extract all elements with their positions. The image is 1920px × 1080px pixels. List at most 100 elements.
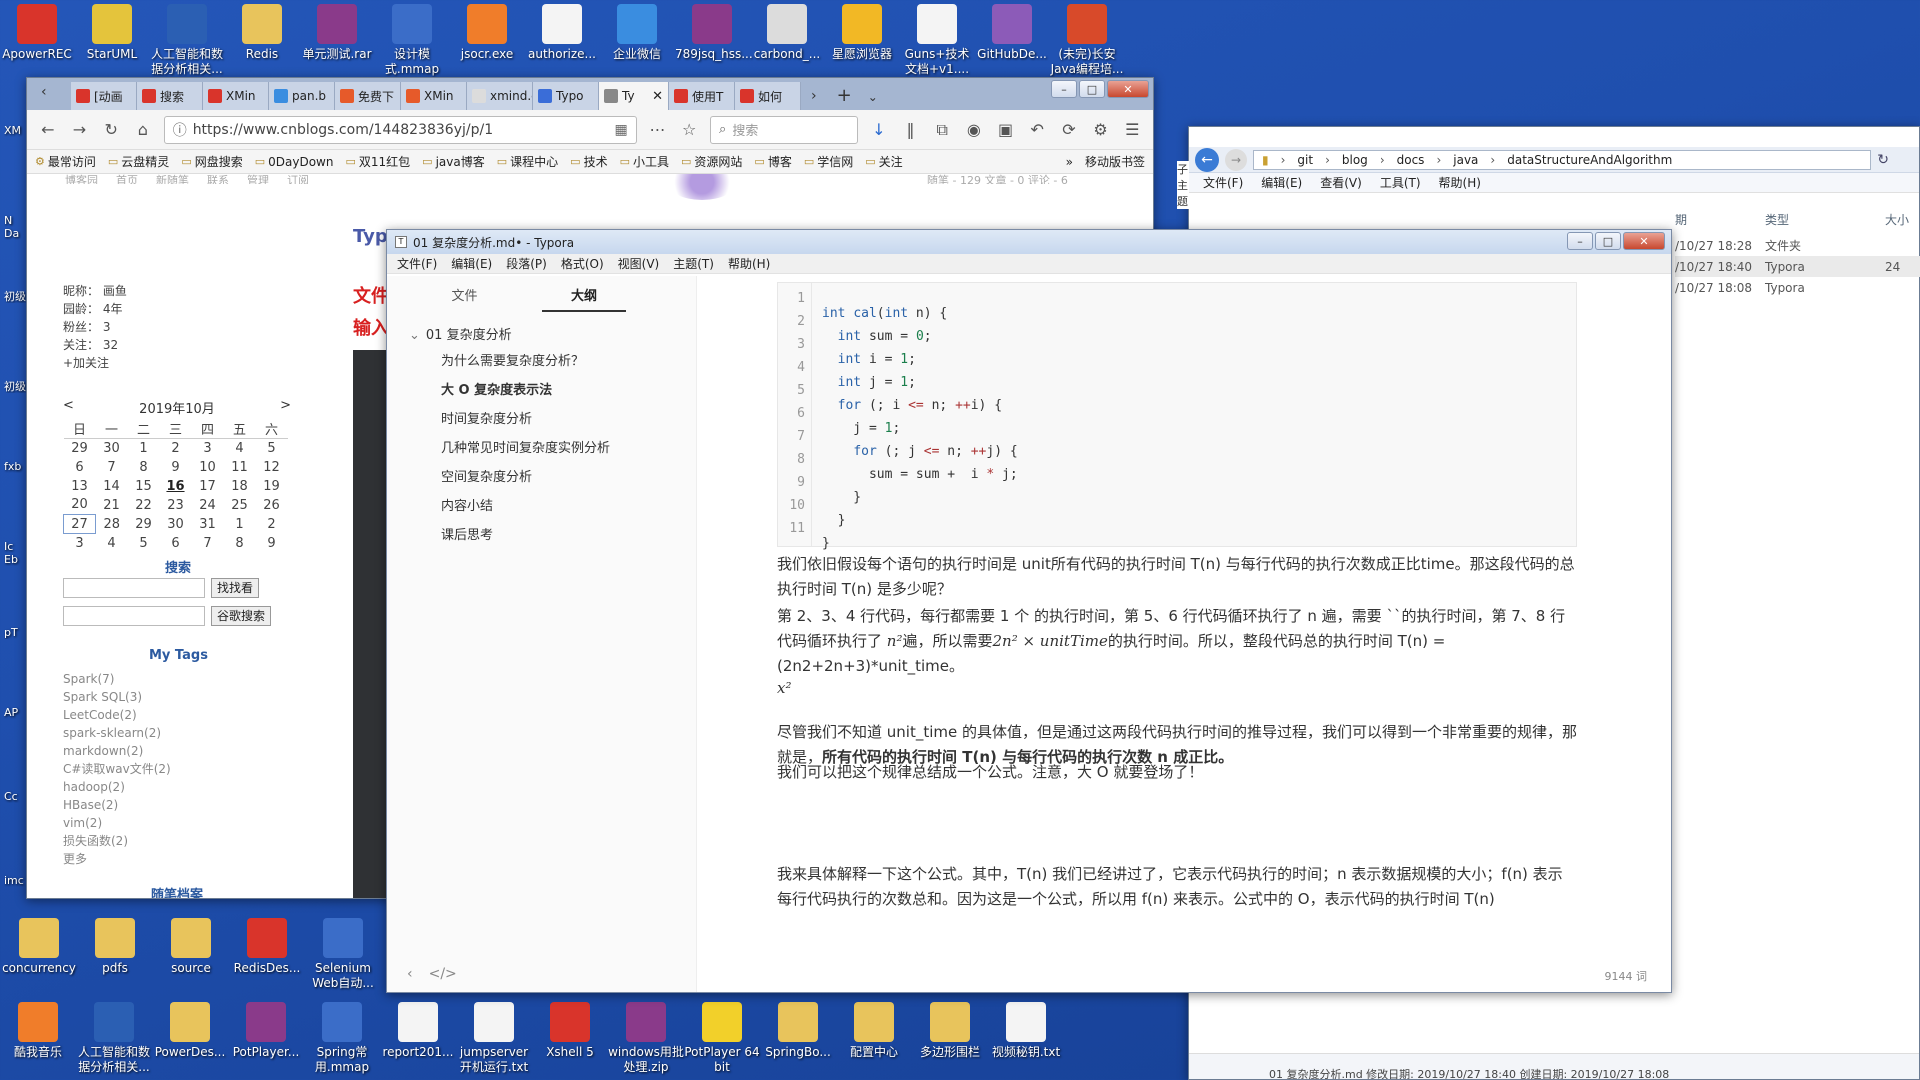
calendar-day[interactable]: 8 (224, 534, 256, 553)
calendar-day[interactable]: 1 (128, 439, 160, 458)
desktop-icon[interactable]: 视频秘钥.txt (988, 1002, 1064, 1060)
bookmark-item[interactable]: ▭ 技术 (570, 153, 607, 170)
calendar-day[interactable]: 20 (64, 496, 96, 515)
calendar-day[interactable]: 8 (128, 458, 160, 477)
bookmark-item[interactable]: ▭ 双11红包 (345, 153, 410, 170)
tag-link[interactable]: C#读取wav文件(2) (63, 760, 171, 778)
paragraph-1[interactable]: 我们依旧假设每个语句的执行时间是 unit所有代码的执行时间 T(n) 与每行代… (777, 552, 1577, 602)
tabs-scroll-right-icon[interactable]: › (801, 88, 827, 110)
calendar-day[interactable]: 5 (256, 439, 288, 458)
calendar-day[interactable]: 12 (256, 458, 288, 477)
desktop-icon[interactable]: GitHubDe... (975, 4, 1049, 62)
calendar-day[interactable]: 5 (128, 534, 160, 553)
paragraph-4[interactable]: 我们可以把这个规律总结成一个公式。注意，大 O 就要登场了！ (777, 760, 1577, 785)
menu-item[interactable]: 文件(F) (1203, 174, 1243, 191)
settings-icon[interactable]: ⚙ (1090, 119, 1112, 141)
desktop-icon[interactable]: SpringBo... (760, 1002, 836, 1060)
calendar-prev-icon[interactable]: < (63, 398, 74, 417)
bookmark-item[interactable]: ▭ java博客 (422, 153, 485, 170)
home-icon[interactable]: ⌂ (132, 119, 154, 141)
calendar-day[interactable]: 29 (64, 439, 96, 458)
calendar-day[interactable]: 2 (160, 439, 192, 458)
breadcrumb-item[interactable]: dataStructureAndAlgorithm (1507, 153, 1672, 167)
browser-tab[interactable]: Ty ✕ (599, 82, 669, 110)
bookmark-item[interactable]: ▭ 学信网 (804, 153, 853, 170)
find-button[interactable]: 找找看 (211, 578, 259, 598)
calendar-day[interactable]: 18 (224, 477, 256, 496)
desktop-icon-label[interactable]: XM (4, 124, 26, 137)
desktop-icon-label[interactable]: Cc (4, 790, 26, 803)
menu-item[interactable]: 格式(O) (561, 255, 604, 272)
google-search-button[interactable]: 谷歌搜索 (211, 606, 271, 626)
forward-icon[interactable]: → (69, 119, 91, 141)
browser-tab[interactable]: 使用T (669, 82, 735, 110)
outline-root[interactable]: ⌄ 01 复杂度分析 (387, 312, 696, 343)
desktop-icon-label[interactable]: 初级 (4, 380, 26, 393)
tab-files[interactable]: 文件 (387, 285, 542, 304)
new-tab-icon[interactable]: + (827, 85, 862, 110)
bookmark-item[interactable]: ▭ 云盘精灵 (108, 153, 169, 170)
paragraph-5[interactable]: 我来具体解释一下这个公式。其中，T(n) 我们已经讲过了，它表示代码执行的时间；… (777, 862, 1577, 912)
file-row[interactable]: /10/27 18:08 Typora (1675, 277, 1920, 298)
search-box[interactable]: ⌕ 搜索 (710, 115, 859, 144)
explorer-breadcrumb[interactable]: ▮ › git › blog › docs › java › dataStructureAndAlg… (1253, 149, 1872, 170)
calendar-day[interactable]: 30 (96, 439, 128, 458)
desktop-icon[interactable]: 设计模式.mmap (375, 4, 449, 77)
calendar-day[interactable]: 21 (96, 496, 128, 515)
calendar-day[interactable]: 16 (160, 477, 192, 496)
desktop-icon-label[interactable]: imc (4, 874, 26, 887)
forward-icon[interactable]: → (1225, 148, 1247, 171)
desktop-icon[interactable]: PotPlayer... (228, 1002, 304, 1060)
calendar-day[interactable]: 1 (224, 515, 256, 534)
desktop-icon[interactable]: source (154, 918, 228, 976)
more-icon[interactable]: ⋯ (647, 119, 669, 141)
desktop-icon[interactable]: PotPlayer 64 bit (684, 1002, 760, 1075)
column-type[interactable]: 类型 (1765, 211, 1885, 228)
desktop-icon[interactable]: carbond_... (750, 4, 824, 62)
bookmark-item[interactable]: ▭ 0DayDown (255, 155, 334, 169)
tag-link[interactable]: vim(2) (63, 814, 171, 832)
mobile-bookmarks[interactable]: 移动版书签 (1085, 153, 1145, 170)
desktop-icon-label[interactable]: Ic Eb (4, 540, 26, 566)
qr-icon[interactable]: ▦ (614, 122, 627, 138)
desktop-icon[interactable]: Guns+技术文档+v1.... (900, 4, 974, 77)
menu-icon[interactable]: ☰ (1121, 119, 1143, 141)
calendar-next-icon[interactable]: > (280, 398, 291, 417)
browser-tab[interactable]: pan.b (269, 82, 335, 110)
desktop-icon[interactable]: 多边形围栏 (912, 1002, 988, 1060)
desktop-icon[interactable]: Spring常用.mmap (304, 1002, 380, 1075)
desktop-icon[interactable]: 人工智能和数据分析相关... (150, 4, 224, 77)
calendar-day[interactable]: 4 (224, 439, 256, 458)
bookmark-star-icon[interactable]: ☆ (678, 119, 700, 141)
url-bar[interactable]: ⓘ https://www.cnblogs.com/144823836yj/p/… (163, 115, 637, 144)
tag-link[interactable]: spark-sklearn(2) (63, 724, 171, 742)
minimize-icon[interactable]: – (1051, 80, 1077, 98)
desktop-icon[interactable]: 配置中心 (836, 1002, 912, 1060)
code-block[interactable]: 1 2 3 4 5 6 7 8 9 10 11 int cal(int n) { int sum =… (777, 282, 1577, 551)
bookmark-item[interactable]: ▭ 资源网站 (681, 153, 742, 170)
bookmark-item[interactable]: ▭ 课程中心 (497, 153, 558, 170)
column-date[interactable]: 期 (1675, 211, 1765, 228)
tag-link[interactable]: markdown(2) (63, 742, 171, 760)
browser-tab[interactable]: 免费下 (335, 82, 401, 110)
desktop-icon[interactable]: Redis (225, 4, 299, 62)
tag-link[interactable]: Spark SQL(3) (63, 688, 171, 706)
outline-item[interactable]: 为什么需要复杂度分析？ (441, 347, 696, 376)
desktop-icon[interactable]: ApowerREC (0, 4, 74, 62)
desktop-icon[interactable]: concurrency (2, 918, 76, 976)
tabs-scroll-left-icon[interactable]: ‹ (41, 84, 47, 100)
breadcrumb-item[interactable]: git (1297, 153, 1313, 167)
close-icon[interactable]: ✕ (1623, 232, 1665, 250)
tag-link[interactable]: HBase(2) (63, 796, 171, 814)
desktop-icon-label[interactable]: N Da (4, 214, 26, 240)
desktop-icon[interactable]: 单元测试.rar (300, 4, 374, 62)
desktop-icon[interactable]: 企业微信 (600, 4, 674, 62)
blog-nav-item[interactable]: 订阅 (287, 174, 309, 184)
menu-item[interactable]: 工具(T) (1380, 174, 1421, 191)
calendar-day[interactable]: 4 (96, 534, 128, 553)
tab-list-icon[interactable]: ⌄ (862, 90, 884, 110)
outline-item[interactable]: 内容小结 (441, 492, 696, 521)
calendar-day[interactable]: 13 (64, 477, 96, 496)
back-icon[interactable]: ← (1195, 147, 1219, 172)
desktop-icon[interactable]: 酷我音乐 (0, 1002, 76, 1060)
